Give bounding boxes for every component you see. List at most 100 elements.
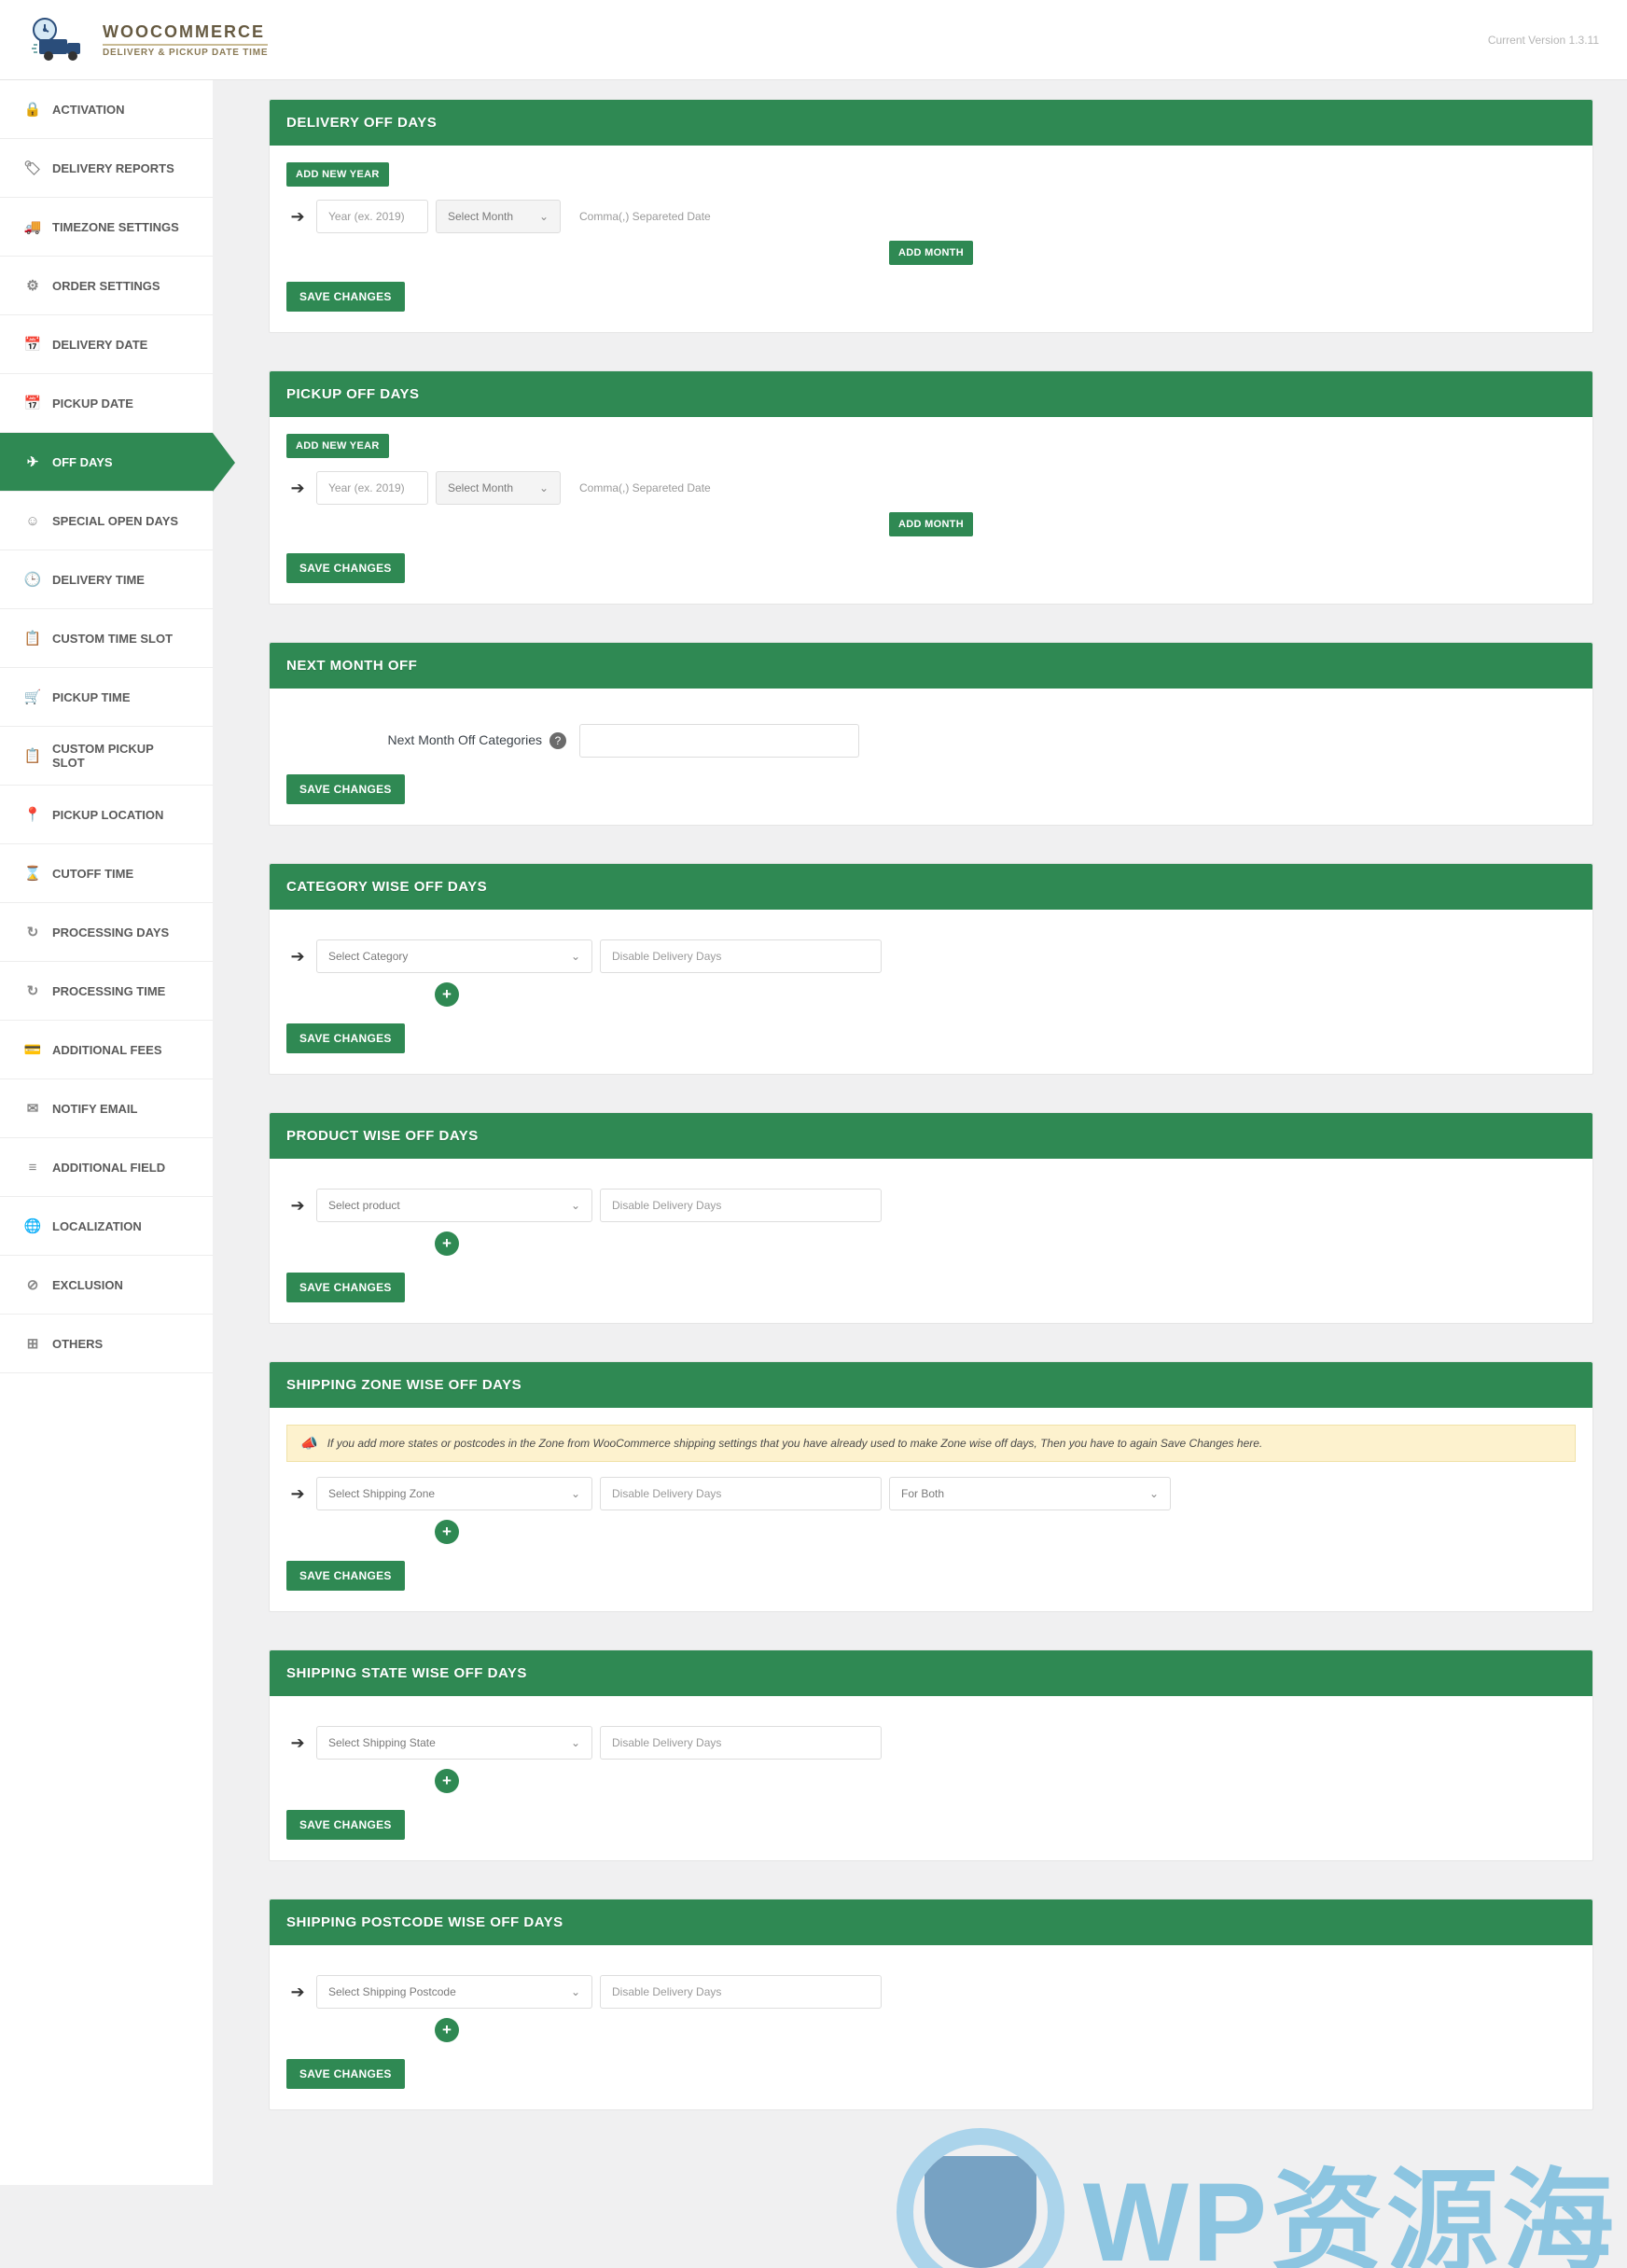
year-input[interactable] [316,200,428,233]
add-row-button[interactable]: + [435,2018,459,2042]
plus-icon: ⊞ [24,1335,41,1352]
megaphone-icon: 📣 [300,1435,318,1452]
sidebar-item-others[interactable]: ⊞OTHERS [0,1315,213,1373]
panel-category-wise: CATEGORY WISE OFF DAYS ➔ Select Category… [269,863,1593,1075]
calendar-icon: 📅 [24,336,41,353]
save-button[interactable]: SAVE CHANGES [286,774,405,804]
dates-input[interactable] [568,471,757,505]
sidebar-item-notify-email[interactable]: ✉NOTIFY EMAIL [0,1079,213,1138]
sidebar-item-custom-pickup-slot[interactable]: 📋CUSTOM PICKUP SLOT [0,727,213,786]
sidebar-item-pickup-time[interactable]: 🛒 PICKUP TIME [0,668,213,727]
sidebar-item-off-days[interactable]: ✈ OFF DAYS [0,433,213,492]
sidebar-item-label: ACTIVATION [52,103,125,117]
sidebar-item-order-settings[interactable]: ⚙ORDER SETTINGS [0,257,213,315]
notice-text: If you add more states or postcodes in t… [327,1437,1263,1450]
panel-postcode-wise: SHIPPING POSTCODE WISE OFF DAYS ➔ Select… [269,1899,1593,2110]
sidebar-item-label: EXCLUSION [52,1278,123,1292]
add-year-button[interactable]: ADD NEW YEAR [286,434,389,458]
sidebar-item-label: OFF DAYS [52,455,113,469]
panel-title: SHIPPING STATE WISE OFF DAYS [270,1650,1592,1696]
notice: 📣 If you add more states or postcodes in… [286,1425,1576,1462]
sidebar-item-label: SPECIAL OPEN DAYS [52,514,178,528]
add-row-button[interactable]: + [435,982,459,1007]
save-button[interactable]: SAVE CHANGES [286,2059,405,2089]
month-select[interactable]: Select Month⌄ [436,200,561,233]
help-icon[interactable]: ? [549,732,566,749]
categories-input[interactable] [579,724,859,758]
topbar: WOOCOMMERCE DELIVERY & PICKUP DATE TIME … [0,0,1627,80]
save-button[interactable]: SAVE CHANGES [286,1810,405,1840]
arrow-icon: ➔ [286,207,309,227]
sidebar-item-label: PICKUP TIME [52,690,131,704]
arrow-icon: ➔ [286,479,309,498]
add-row-button[interactable]: + [435,1231,459,1256]
gear-icon: ⚙ [24,277,41,294]
save-button[interactable]: SAVE CHANGES [286,553,405,583]
add-year-button[interactable]: ADD NEW YEAR [286,162,389,187]
plane-icon: ✈ [24,453,41,470]
year-input[interactable] [316,471,428,505]
sidebar-item-delivery-date[interactable]: 📅DELIVERY DATE [0,315,213,374]
disable-days-input[interactable] [600,1477,882,1510]
sidebar-item-delivery-reports[interactable]: 🏷DELIVERY REPORTS [0,139,213,198]
disable-days-input[interactable] [600,1975,882,2009]
add-month-button[interactable]: ADD MONTH [889,241,973,265]
sidebar-item-custom-time-slot[interactable]: 📋CUSTOM TIME SLOT [0,609,213,668]
sidebar-item-label: PICKUP LOCATION [52,808,163,822]
state-select[interactable]: Select Shipping State⌄ [316,1726,592,1760]
arrow-icon: ➔ [286,1196,309,1216]
sidebar-item-delivery-time[interactable]: 🕒DELIVERY TIME [0,550,213,609]
note-icon: 📋 [24,630,41,647]
sidebar-item-timezone-settings[interactable]: 🚚TIMEZONE SETTINGS [0,198,213,257]
panel-title: DELIVERY OFF DAYS [270,100,1592,146]
sidebar-item-cutoff-time[interactable]: ⌛CUTOFF TIME [0,844,213,903]
panel-pickup-off: PICKUP OFF DAYS ADD NEW YEAR ➔ Select Mo… [269,370,1593,605]
sidebar-item-activation[interactable]: 🔒ACTIVATION [0,80,213,139]
calendar-icon: 📅 [24,395,41,411]
sidebar-item-localization[interactable]: 🌐LOCALIZATION [0,1197,213,1256]
disable-days-input[interactable] [600,1189,882,1222]
add-row-button[interactable]: + [435,1520,459,1544]
sidebar-item-pickup-date[interactable]: 📅PICKUP DATE [0,374,213,433]
add-month-button[interactable]: ADD MONTH [889,512,973,536]
category-select[interactable]: Select Category⌄ [316,939,592,973]
sidebar-item-additional-fees[interactable]: 💳ADDITIONAL FEES [0,1021,213,1079]
sidebar-item-processing-days[interactable]: ↻PROCESSING DAYS [0,903,213,962]
note-icon: 📋 [24,747,41,764]
arrow-icon: ➔ [286,1983,309,2002]
panel-title: PICKUP OFF DAYS [270,371,1592,417]
panel-next-month: NEXT MONTH OFF Next Month Off Categories… [269,642,1593,826]
sidebar-item-label: PROCESSING DAYS [52,925,169,939]
sidebar-item-additional-field[interactable]: ≡ADDITIONAL FIELD [0,1138,213,1197]
disable-days-input[interactable] [600,939,882,973]
sidebar-item-label: NOTIFY EMAIL [52,1102,137,1116]
panel-title: CATEGORY WISE OFF DAYS [270,864,1592,910]
save-button[interactable]: SAVE CHANGES [286,1273,405,1302]
sidebar-item-exclusion[interactable]: ⊘EXCLUSION [0,1256,213,1315]
chevron-down-icon: ⌄ [1149,1487,1159,1500]
disable-days-input[interactable] [600,1726,882,1760]
logo-subtitle: DELIVERY & PICKUP DATE TIME [103,44,268,58]
panel-title: NEXT MONTH OFF [270,643,1592,689]
postcode-select[interactable]: Select Shipping Postcode⌄ [316,1975,592,2009]
sidebar-item-processing-time[interactable]: ↻PROCESSING TIME [0,962,213,1021]
sidebar-item-pickup-location[interactable]: 📍PICKUP LOCATION [0,786,213,844]
chevron-down-icon: ⌄ [571,1487,580,1500]
month-select[interactable]: Select Month⌄ [436,471,561,505]
save-button[interactable]: SAVE CHANGES [286,1023,405,1053]
for-both-select[interactable]: For Both⌄ [889,1477,1171,1510]
sidebar-item-label: ADDITIONAL FEES [52,1043,162,1057]
sidebar-item-label: DELIVERY REPORTS [52,161,174,175]
chevron-down-icon: ⌄ [571,1736,580,1749]
dates-input[interactable] [568,200,757,233]
product-select[interactable]: Select product⌄ [316,1189,592,1222]
zone-select[interactable]: Select Shipping Zone⌄ [316,1477,592,1510]
chevron-down-icon: ⌄ [539,210,549,223]
add-row-button[interactable]: + [435,1769,459,1793]
save-button[interactable]: SAVE CHANGES [286,282,405,312]
sidebar-item-special-open-days[interactable]: ☺SPECIAL OPEN DAYS [0,492,213,550]
save-button[interactable]: SAVE CHANGES [286,1561,405,1591]
arrow-icon: ➔ [286,1733,309,1753]
content: DELIVERY OFF DAYS ADD NEW YEAR ➔ Select … [213,80,1627,2185]
cart-icon: 🛒 [24,689,41,705]
